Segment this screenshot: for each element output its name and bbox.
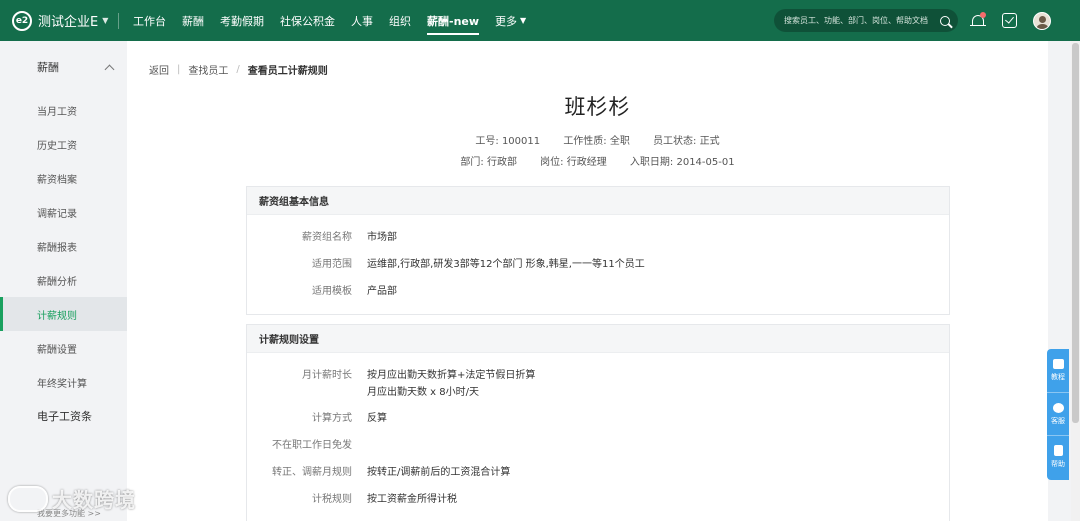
employee-meta-row-1: 工号: 100011 工作性质: 全职 员工状态: 正式: [127, 132, 1068, 147]
notification-bell-icon[interactable]: [970, 11, 986, 30]
employee-position: 岗位: 行政经理: [540, 157, 607, 168]
field-row: 月计薪时长 按月应出勤天数折算+法定节假日折算 月应出勤天数 x 8小时/天: [247, 367, 535, 401]
employee-nature: 工作性质: 全职: [563, 136, 630, 147]
sidebar-group-salary[interactable]: 薪酬: [0, 41, 127, 93]
main-content: 返回 | 查找员工 / 查看员工计薪规则 班杉杉 工号: 100011 工作性质…: [127, 41, 1048, 521]
help-button[interactable]: 帮助: [1047, 435, 1069, 478]
tool-label: 帮助: [1051, 460, 1065, 468]
employee-status: 员工状态: 正式: [653, 136, 720, 147]
breadcrumb-current: 查看员工计薪规则: [247, 66, 328, 77]
nav-attendance[interactable]: 考勤假期: [212, 0, 272, 41]
sidebar-item-e-payslip[interactable]: 电子工资条: [0, 399, 127, 433]
employee-hire-date: 入职日期: 2014-05-01: [629, 157, 735, 168]
watermark: 大数跨境: [8, 484, 136, 513]
field-value-line: 按月应出勤天数折算+法定节假日折算: [367, 370, 536, 381]
search-input[interactable]: [784, 16, 940, 25]
chevron-down-icon: ▼: [102, 16, 109, 25]
field-value: 按工资薪金所得计税: [367, 494, 457, 505]
field-value: 按转正/调薪前后的工资混合计算: [367, 467, 511, 478]
nav-organization[interactable]: 组织: [381, 0, 419, 41]
field-label: 适用模板: [312, 286, 352, 297]
nav-more-label: 更多: [495, 14, 518, 28]
breadcrumb: 返回 | 查找员工 / 查看员工计薪规则: [149, 62, 328, 77]
main-nav: 工作台 薪酬 考勤假期 社保公积金 人事 组织 薪酬-new 更多 ▼: [125, 0, 534, 41]
field-row: 适用范围 运维部,行政部,研发3部等12个部门 形象,韩星,一一等11个员工: [247, 256, 645, 273]
customer-service-button[interactable]: 客服: [1047, 392, 1069, 435]
sidebar-item-salary-archive[interactable]: 薪资档案: [0, 161, 127, 195]
nav-salary[interactable]: 薪酬: [174, 0, 212, 41]
field-row: 不在职工作日免发: [247, 437, 367, 454]
floating-help-tools: 教程 客服 帮助: [1047, 349, 1069, 480]
field-row: 适用模板 产品部: [247, 283, 397, 300]
field-value: 运维部,行政部,研发3部等12个部门 形象,韩星,一一等11个员工: [367, 259, 645, 270]
sidebar-item-history-pay[interactable]: 历史工资: [0, 127, 127, 161]
breadcrumb-back[interactable]: 返回: [149, 62, 169, 77]
field-value: 按月应出勤天数折算+法定节假日折算 月应出勤天数 x 8小时/天: [367, 367, 535, 401]
field-label: 不在职工作日免发: [272, 440, 352, 451]
tool-label: 客服: [1051, 416, 1065, 425]
breadcrumb-separator: |: [177, 64, 181, 75]
page-scrollbar[interactable]: [1071, 41, 1080, 521]
tool-label: 教程: [1051, 373, 1065, 381]
field-row: 计算方式 反算: [247, 410, 387, 427]
sidebar-item-pay-rules[interactable]: 计薪规则: [0, 297, 127, 331]
watermark-logo-icon: [8, 485, 48, 512]
sidebar-item-salary-report[interactable]: 薪酬报表: [0, 229, 127, 263]
chat-icon: [1052, 402, 1064, 413]
company-name: 测试企业E: [38, 15, 99, 30]
field-row: 计税规则 按工资薪金所得计税: [247, 491, 457, 508]
sidebar-item-adjust-records[interactable]: 调薪记录: [0, 195, 127, 229]
document-icon: [1053, 445, 1063, 456]
card-title: 薪资组基本信息: [247, 187, 949, 215]
field-value: 反算: [367, 413, 387, 424]
breadcrumb-separator: /: [236, 64, 240, 75]
top-actions: [970, 0, 1051, 41]
watermark-text: 大数跨境: [52, 488, 136, 512]
field-row: 薪资组名称 市场部: [247, 229, 397, 246]
salary-group-info-card: 薪资组基本信息 薪资组名称 市场部 适用范围 运维部,行政部,研发3部等12个部…: [246, 186, 950, 315]
top-navigation-bar: e2 测试企业E ▼ 工作台 薪酬 考勤假期 社保公积金 人事 组织 薪酬-ne…: [0, 0, 1080, 41]
todo-check-icon[interactable]: [1002, 13, 1017, 28]
user-avatar[interactable]: [1033, 11, 1051, 30]
field-value: 市场部: [367, 232, 397, 243]
sidebar-item-salary-analysis[interactable]: 薪酬分析: [0, 263, 127, 297]
nav-workbench[interactable]: 工作台: [125, 0, 174, 41]
field-row: 转正、调薪月规则 按转正/调薪前后的工资混合计算: [247, 464, 510, 481]
breadcrumb-find-employee[interactable]: 查找员工: [188, 62, 228, 77]
search-icon[interactable]: [940, 15, 950, 26]
sidebar-item-current-month-pay[interactable]: 当月工资: [0, 93, 127, 127]
global-search: [774, 9, 958, 32]
employee-meta-row-2: 部门: 行政部 岗位: 行政经理 入职日期: 2014-05-01: [127, 153, 1068, 168]
employee-name: 班杉杉: [564, 95, 631, 119]
nav-personnel[interactable]: 人事: [343, 0, 381, 41]
sidebar: 薪酬 当月工资 历史工资 薪资档案 调薪记录 薪酬报表 薪酬分析 计薪规则 薪酬…: [0, 41, 127, 521]
company-switcher[interactable]: e2 测试企业E ▼: [0, 0, 118, 41]
field-label: 适用范围: [312, 259, 352, 270]
pay-rule-settings-card: 计薪规则设置 月计薪时长 按月应出勤天数折算+法定节假日折算 月应出勤天数 x …: [246, 324, 950, 521]
field-label: 转正、调薪月规则: [272, 467, 352, 478]
chevron-down-icon: ▼: [520, 16, 527, 25]
field-label: 计税规则: [312, 494, 352, 505]
field-label: 薪资组名称: [302, 232, 352, 243]
employee-dept: 部门: 行政部: [460, 157, 517, 168]
field-label: 计算方式: [312, 413, 352, 424]
notification-dot: [980, 11, 986, 18]
nav-more[interactable]: 更多 ▼: [487, 0, 534, 41]
nav-divider: [118, 12, 119, 29]
tutorial-button[interactable]: 教程: [1047, 349, 1069, 392]
nav-salary-new[interactable]: 薪酬-new: [419, 0, 487, 41]
card-title: 计薪规则设置: [247, 325, 949, 353]
field-value: 产品部: [367, 286, 397, 297]
company-logo-icon: e2: [12, 10, 32, 31]
field-value-line: 月应出勤天数 x 8小时/天: [367, 387, 480, 398]
chevron-up-icon: [104, 64, 115, 74]
book-icon: [1052, 359, 1064, 369]
sidebar-item-bonus-calc[interactable]: 年终奖计算: [0, 365, 127, 399]
sidebar-item-salary-settings[interactable]: 薪酬设置: [0, 331, 127, 365]
sidebar-group-label: 薪酬: [37, 61, 59, 74]
field-label: 月计薪时长: [302, 370, 352, 381]
employee-id: 工号: 100011: [475, 136, 541, 147]
nav-social-security[interactable]: 社保公积金: [272, 0, 343, 41]
scroll-thumb[interactable]: [1072, 43, 1079, 423]
